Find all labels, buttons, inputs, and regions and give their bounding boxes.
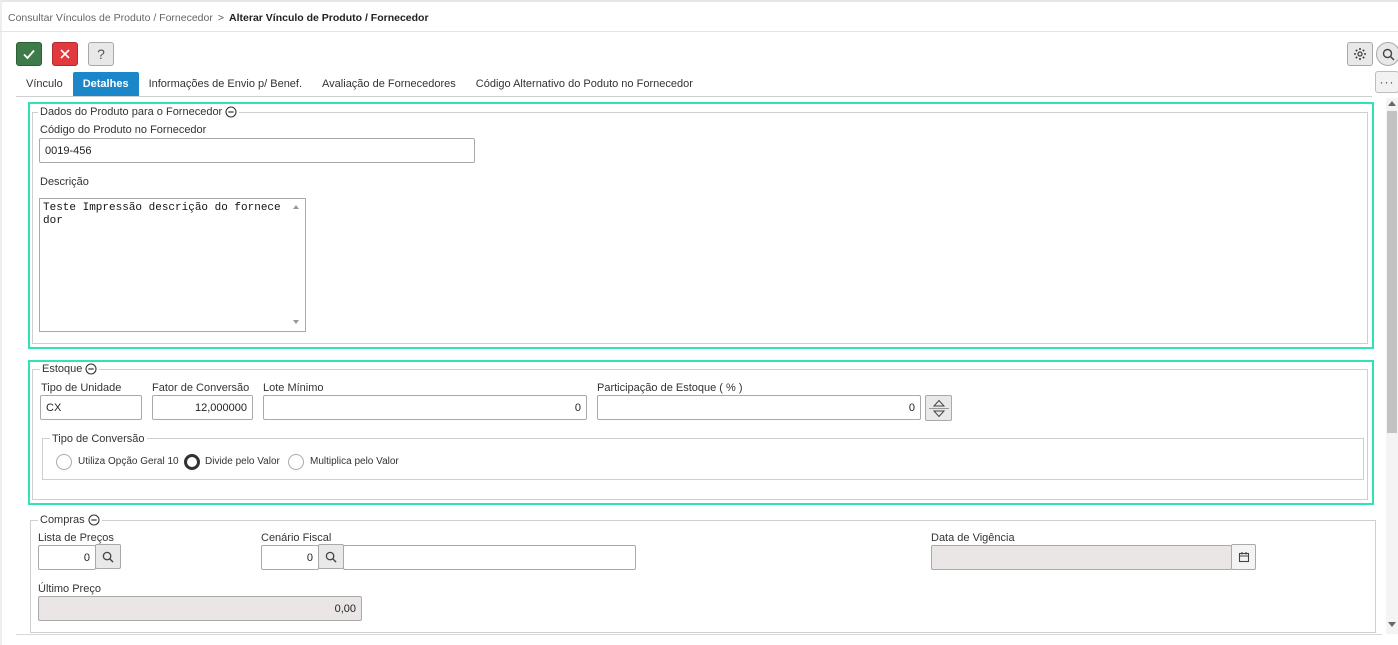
breadcrumb-parent-link[interactable]: Consultar Vínculos de Produto / Forneced…	[8, 12, 213, 24]
search-icon	[102, 551, 114, 563]
descricao-label: Descrição	[40, 176, 89, 188]
top-border	[0, 0, 1398, 2]
breadcrumb-divider	[0, 31, 1398, 32]
dados-produto-legend: Dados do Produto para o Fornecedor	[38, 105, 240, 119]
scroll-up-arrow-icon[interactable]	[1388, 101, 1396, 106]
tab-divider	[16, 96, 1372, 97]
radio-multiplica-pelo-valor-label: Multiplica pelo Valor	[310, 456, 399, 467]
more-options-button[interactable]: ···	[1375, 71, 1398, 93]
descricao-scroll-down-icon[interactable]	[293, 320, 299, 324]
codigo-produto-label: Código do Produto no Fornecedor	[40, 124, 207, 136]
collapse-icon[interactable]	[85, 363, 97, 375]
bottom-divider	[16, 634, 1382, 635]
radio-utiliza-opcao-geral[interactable]	[56, 454, 72, 470]
collapse-icon[interactable]	[88, 514, 100, 526]
page-search-button[interactable]	[1376, 42, 1398, 66]
lista-precos-search-button[interactable]	[95, 544, 121, 569]
calendar-icon	[1238, 552, 1249, 563]
fator-conversao-label: Fator de Conversão	[152, 382, 250, 394]
participacao-estoque-input[interactable]: 0	[597, 395, 921, 420]
data-vigencia-calendar-button[interactable]	[1231, 544, 1256, 570]
lote-minimo-input[interactable]: 0	[263, 395, 587, 420]
ultimo-preco-input: 0,00	[38, 596, 362, 621]
left-border	[0, 0, 2, 645]
data-vigencia-input	[931, 545, 1232, 570]
tipo-unidade-label: Tipo de Unidade	[41, 382, 122, 394]
tab-bar: Vínculo Detalhes Informações de Envio p/…	[16, 72, 703, 96]
search-icon	[1382, 48, 1395, 61]
descricao-scroll-up-icon[interactable]	[293, 205, 299, 209]
tab-codigo-alternativo[interactable]: Código Alternativo do Poduto no Forneced…	[466, 72, 703, 96]
tab-avaliacao-fornecedores[interactable]: Avaliação de Fornecedores	[312, 72, 466, 96]
cenario-fiscal-input[interactable]: 0	[261, 545, 319, 570]
fator-conversao-input[interactable]: 12,000000	[152, 395, 253, 420]
dados-produto-legend-text: Dados do Produto para o Fornecedor	[40, 106, 223, 118]
cancel-button[interactable]	[52, 42, 78, 66]
tipo-conversao-legend: Tipo de Conversão	[50, 432, 147, 446]
collapse-icon[interactable]	[225, 106, 237, 118]
ultimo-preco-label: Último Preço	[38, 583, 101, 595]
breadcrumb-current: Alterar Vínculo de Produto / Fornecedor	[229, 12, 429, 24]
codigo-produto-input[interactable]: 0019-456	[39, 138, 475, 163]
cenario-fiscal-label: Cenário Fiscal	[261, 532, 332, 544]
spinner-divider	[928, 407, 949, 409]
radio-utiliza-opcao-geral-label: Utiliza Opção Geral 10	[78, 456, 179, 467]
help-button[interactable]: ?	[88, 42, 114, 66]
tipo-unidade-input[interactable]: CX	[40, 395, 142, 420]
spinner-up-icon[interactable]	[932, 399, 945, 407]
lista-precos-label: Lista de Preços	[38, 532, 114, 544]
confirm-button[interactable]	[16, 42, 42, 66]
tab-vinculo[interactable]: Vínculo	[16, 72, 73, 96]
data-vigencia-label: Data de Vigência	[931, 532, 1015, 544]
lote-minimo-label: Lote Mínimo	[263, 382, 324, 394]
breadcrumb: Consultar Vínculos de Produto / Forneced…	[8, 12, 429, 24]
participacao-spinner[interactable]	[925, 395, 952, 421]
close-icon	[60, 49, 70, 59]
tab-informacoes-envio[interactable]: Informações de Envio p/ Benef.	[139, 72, 312, 96]
help-icon: ?	[97, 46, 105, 62]
spinner-down-icon[interactable]	[932, 410, 945, 418]
more-icon: ···	[1379, 75, 1395, 89]
check-icon	[23, 49, 35, 60]
estoque-legend-text: Estoque	[42, 363, 83, 375]
estoque-legend: Estoque	[40, 362, 100, 376]
compras-legend-text: Compras	[40, 514, 85, 526]
radio-multiplica-pelo-valor[interactable]	[288, 454, 304, 470]
radio-divide-pelo-valor-label: Divide pelo Valor	[205, 456, 280, 467]
cenario-fiscal-description	[343, 545, 636, 570]
page-scrollbar-thumb[interactable]	[1387, 111, 1397, 433]
participacao-estoque-label: Participação de Estoque ( % )	[597, 382, 743, 394]
tab-detalhes[interactable]: Detalhes	[72, 72, 139, 96]
gear-icon	[1354, 48, 1366, 60]
scroll-down-arrow-icon[interactable]	[1388, 622, 1396, 627]
descricao-textarea[interactable]: Teste Impressão descrição do fornecedor	[39, 198, 306, 332]
compras-legend: Compras	[38, 513, 102, 527]
search-icon	[325, 551, 337, 563]
radio-divide-pelo-valor[interactable]	[184, 454, 200, 470]
settings-button[interactable]	[1347, 42, 1373, 66]
cenario-fiscal-search-button[interactable]	[318, 544, 344, 569]
breadcrumb-separator: >	[217, 12, 225, 24]
lista-precos-input[interactable]: 0	[38, 545, 96, 570]
